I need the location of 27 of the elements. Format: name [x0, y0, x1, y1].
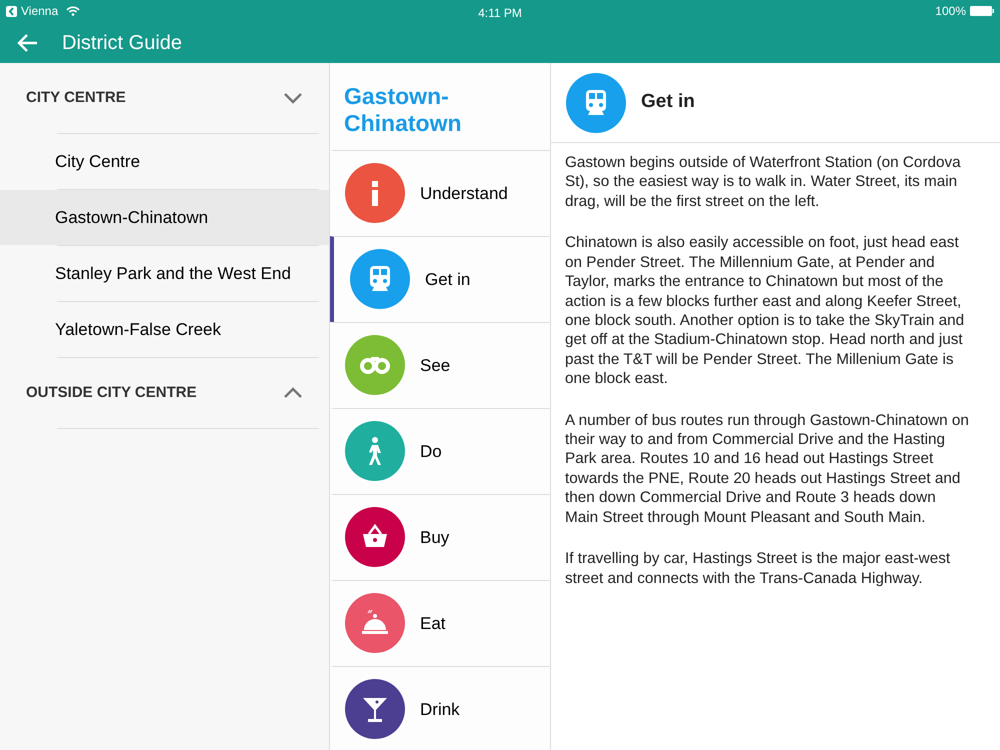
paragraph: If travelling by car, Hastings Street is the major east-west street and connects with the Trans-Canada Highway. — [565, 549, 952, 588]
district-item[interactable]: City Centre — [0, 134, 329, 189]
district-item[interactable]: Yaletown-False Creek — [0, 302, 329, 357]
battery-icon — [970, 6, 994, 16]
topic-item[interactable]: Get in — [330, 236, 550, 322]
back-app-label[interactable]: Vienna — [21, 2, 58, 20]
paragraph: A number of bus routes run through Gastown-Chinatown on their way to and from Commercial Drive and the Hasting Park area. Routes 10 and 16 head out Hastings Street towards the PNE, Route 20 heads out Hastings Street and then down Commercial Drive and Route 3 heads down Main Street through Mount Pleasant and South Main. — [565, 410, 970, 528]
battery-percentage: 100% — [935, 3, 966, 20]
back-arrow-icon[interactable] — [16, 32, 38, 52]
topic-item[interactable]: Eat — [330, 580, 550, 666]
topic-item[interactable]: See — [330, 322, 550, 408]
paragraph: Chinatown is also easily accessible on foot, just head east on Pender Street. The Millennium Gate, at Pender and Taylor, marks the entrance to Chinatown but most of the action is a few blocks further east and along Keefer Street, one block south. Another option is to take the SkyTrain and get off at the Stadium-Chinatown stop. Head north and just past the T&T will be Pender Street. The Millenium Gate is one block east. — [565, 233, 966, 389]
topic-item[interactable]: Drink — [330, 666, 550, 750]
section-title: Get in — [641, 90, 695, 114]
section-header[interactable]: OUTSIDE CITY CENTRE — [0, 358, 329, 428]
back-to-app-icon[interactable] — [6, 6, 17, 16]
district-item[interactable]: Stanley Park and the West End — [0, 246, 329, 301]
screen-title: District Guide — [62, 30, 182, 56]
status-time: 4:11 PM — [478, 6, 522, 20]
district-item[interactable]: Gastown-Chinatown — [0, 190, 329, 245]
paragraph: Gastown begins outside of Waterfront Station (on Cordova St), so the easiest way is to walk in. Water Street, its main drag, will be the first street on the left. — [565, 153, 962, 212]
topic-item[interactable]: Understand — [330, 150, 550, 236]
topic-item[interactable]: Do — [330, 408, 550, 494]
section-header[interactable]: CITY CENTRE — [0, 63, 329, 133]
district-title: Gastown-Chinatown — [343, 82, 463, 138]
wifi-icon — [66, 6, 80, 16]
topic-item[interactable]: Buy — [330, 494, 550, 580]
